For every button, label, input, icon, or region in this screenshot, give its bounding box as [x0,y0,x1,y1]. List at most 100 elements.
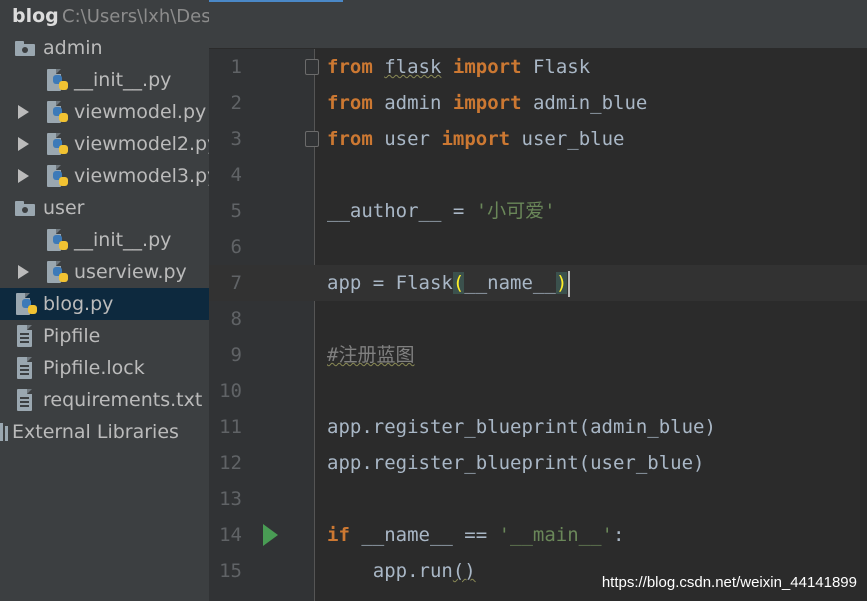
tree-file-userview[interactable]: userview.py [0,256,209,288]
tree-file-viewmodel3[interactable]: viewmodel3.py [0,160,209,192]
tree-folder-admin[interactable]: admin [0,32,209,64]
tree-item-label: userview.py [74,261,187,283]
keyword: from [327,128,373,150]
call-parens: () [452,560,476,582]
line-number: 5 [230,200,242,222]
tree-file-pipfile[interactable]: Pipfile [0,320,209,352]
keyword: if [327,524,350,546]
line-number: 11 [219,416,242,438]
code-line-11: app.register_blueprint(admin_blue) [327,409,716,445]
line-number: 7 [230,272,242,294]
python-file-icon [47,229,69,253]
code-line-5: __author__ = '小可爱' [327,193,556,229]
tree-item-label: __init__.py [74,229,172,251]
module-name: flask [384,56,442,78]
line-number: 6 [230,236,242,258]
tree-item-label: viewmodel3.py [74,165,209,187]
tree-file-pipfile-lock[interactable]: Pipfile.lock [0,352,209,384]
tree-item-label: blog.py [43,293,114,315]
tree-item-label: user [43,197,85,219]
tree-item-label: External Libraries [12,421,179,443]
tree-item-label: __init__.py [74,69,172,91]
run-icon[interactable] [263,524,278,546]
argument: __name__ [464,272,556,294]
tree-item-label: Pipfile.lock [43,357,145,379]
text-file-icon [17,389,33,411]
import-name: admin_blue [532,92,648,114]
line-number: 14 [219,524,242,546]
code-line-2: from admin import admin_blue [327,85,647,121]
tree-item-label: viewmodel.py [74,101,207,123]
import-name: Flask [532,56,591,78]
tree-external-libraries[interactable]: External Libraries [0,416,209,448]
root-name: blog [12,5,59,27]
line-number: 2 [230,92,242,114]
code-line-7: app = Flask(__name__) [327,265,571,301]
code-line-14: if __name__ == '__main__': [327,517,624,553]
line-number: 15 [219,560,242,582]
expand-arrow-icon[interactable] [18,265,29,279]
python-file-icon [47,69,69,93]
project-tree: blog C:\Users\lxh\Desk admin __init__.py… [0,0,209,601]
fold-end-icon[interactable] [305,131,319,147]
statement: app.register_blueprint(admin_blue) [327,416,716,438]
statement: app.run [327,560,453,582]
tree-file-viewmodel2[interactable]: viewmodel2.py [0,128,209,160]
text-file-icon [17,357,33,379]
keyword: import [452,56,522,78]
library-icon [0,423,8,441]
python-file-icon [47,165,69,189]
root-path: C:\Users\lxh\Desk [62,5,209,27]
line-number: 10 [219,380,242,402]
code-line-3: from user import user_blue [327,121,624,157]
tree-folder-user[interactable]: user [0,192,209,224]
expand-arrow-icon[interactable] [18,169,29,183]
tree-file-admin-init[interactable]: __init__.py [0,64,209,96]
import-name: user_blue [521,128,625,150]
expand-arrow-icon[interactable] [18,105,29,119]
assignment: app = Flask [327,272,453,294]
python-file-icon [16,293,38,317]
expression: __name__ == [349,524,499,546]
tree-file-blog[interactable]: blog.py [0,288,209,320]
folder-icon [15,201,35,216]
code-line-9: #注册蓝图 [327,337,414,373]
keyword: from [327,92,373,114]
expand-arrow-icon[interactable] [18,137,29,151]
assignment: __author__ = [327,200,476,222]
colon: : [613,524,625,546]
tree-file-requirements[interactable]: requirements.txt [0,384,209,416]
text-file-icon [17,325,33,347]
tree-file-viewmodel[interactable]: viewmodel.py [0,96,209,128]
line-number: 12 [219,452,242,474]
matched-paren-open: ( [452,272,465,294]
tree-item-label: Pipfile [43,325,101,347]
python-file-icon [47,101,69,125]
tree-file-user-init[interactable]: __init__.py [0,224,209,256]
line-number: 9 [230,344,242,366]
python-file-icon [47,133,69,157]
keyword: import [452,92,522,114]
statement: app.register_blueprint(user_blue) [327,452,705,474]
tree-item-label: viewmodel2.py [74,133,209,155]
module-name: admin [384,92,442,114]
line-number: 8 [230,308,242,330]
line-number: 4 [230,164,242,186]
module-name: user [384,128,430,150]
keyword: import [441,128,511,150]
comment: #注册蓝图 [327,344,415,366]
active-tab-indicator [209,0,343,2]
tree-root-blog[interactable]: blog C:\Users\lxh\Desk [0,0,209,32]
line-number: 3 [230,128,242,150]
line-number: 1 [230,56,242,78]
watermark: https://blog.csdn.net/weixin_44141899 [601,574,857,591]
editor-tab-bar[interactable] [209,0,867,49]
fold-start-icon[interactable] [305,59,319,75]
string-literal: '小可爱' [475,200,556,222]
line-number: 13 [219,488,242,510]
folder-icon [15,41,35,56]
python-file-icon [47,261,69,285]
tree-item-label: requirements.txt [43,389,203,411]
tree-item-label: admin [43,37,103,59]
keyword: from [327,56,373,78]
